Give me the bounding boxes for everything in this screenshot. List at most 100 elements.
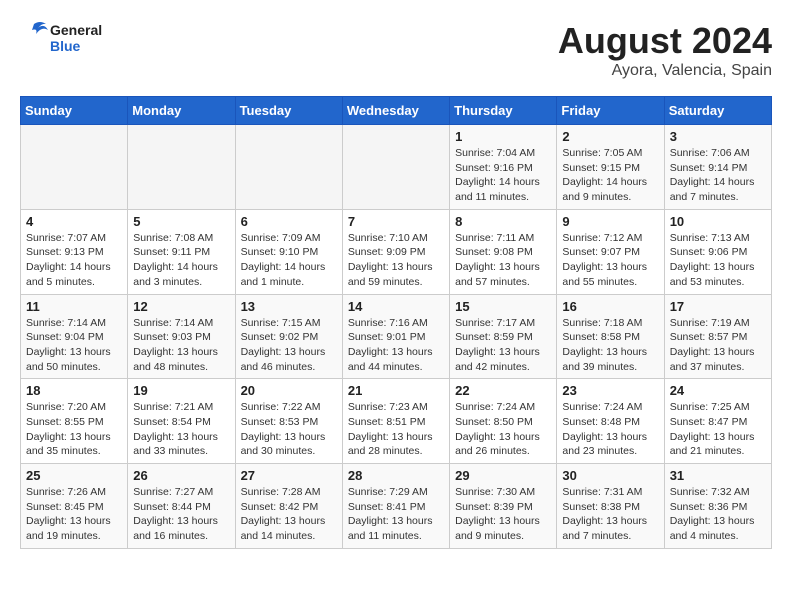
day-number: 24 (670, 383, 766, 398)
weekday-header: Friday (557, 97, 664, 125)
calendar-cell: 22 Sunrise: 7:24 AMSunset: 8:50 PMDayligh… (450, 379, 557, 464)
calendar-cell: 11 Sunrise: 7:14 AMSunset: 9:04 PMDayligh… (21, 294, 128, 379)
day-number: 27 (241, 468, 337, 483)
calendar-cell (21, 125, 128, 210)
calendar-cell: 27 Sunrise: 7:28 AMSunset: 8:42 PMDayligh… (235, 464, 342, 549)
calendar-cell: 18 Sunrise: 7:20 AMSunset: 8:55 PMDayligh… (21, 379, 128, 464)
calendar-cell: 13 Sunrise: 7:15 AMSunset: 9:02 PMDayligh… (235, 294, 342, 379)
day-number: 3 (670, 129, 766, 144)
day-info: Sunrise: 7:05 AMSunset: 9:15 PMDaylight:… (562, 146, 658, 205)
calendar-cell: 23 Sunrise: 7:24 AMSunset: 8:48 PMDayligh… (557, 379, 664, 464)
day-info: Sunrise: 7:11 AMSunset: 9:08 PMDaylight:… (455, 231, 551, 290)
calendar-cell: 7 Sunrise: 7:10 AMSunset: 9:09 PMDaylight… (342, 209, 449, 294)
page-header: General Blue August 2024 Ayora, Valencia… (20, 20, 772, 80)
weekday-header: Thursday (450, 97, 557, 125)
weekday-header: Wednesday (342, 97, 449, 125)
day-info: Sunrise: 7:26 AMSunset: 8:45 PMDaylight:… (26, 485, 122, 544)
day-info: Sunrise: 7:24 AMSunset: 8:50 PMDaylight:… (455, 400, 551, 459)
calendar-cell: 19 Sunrise: 7:21 AMSunset: 8:54 PMDayligh… (128, 379, 235, 464)
calendar-cell: 16Sunrise: 7:18 AMSunset: 8:58 PMDayligh… (557, 294, 664, 379)
calendar-week-row: 4 Sunrise: 7:07 AMSunset: 9:13 PMDaylight… (21, 209, 772, 294)
day-number: 6 (241, 214, 337, 229)
calendar-cell: 29 Sunrise: 7:30 AMSunset: 8:39 PMDayligh… (450, 464, 557, 549)
day-number: 20 (241, 383, 337, 398)
day-info: Sunrise: 7:19 AMSunset: 8:57 PMDaylight:… (670, 316, 766, 375)
calendar-cell: 9Sunrise: 7:12 AMSunset: 9:07 PMDaylight… (557, 209, 664, 294)
day-number: 18 (26, 383, 122, 398)
weekday-header: Saturday (664, 97, 771, 125)
day-number: 7 (348, 214, 444, 229)
calendar-cell: 12Sunrise: 7:14 AMSunset: 9:03 PMDayligh… (128, 294, 235, 379)
weekday-header: Monday (128, 97, 235, 125)
day-info: Sunrise: 7:07 AMSunset: 9:13 PMDaylight:… (26, 231, 122, 290)
day-info: Sunrise: 7:17 AMSunset: 8:59 PMDaylight:… (455, 316, 551, 375)
weekday-row: SundayMondayTuesdayWednesdayThursdayFrid… (21, 97, 772, 125)
day-info: Sunrise: 7:14 AMSunset: 9:04 PMDaylight:… (26, 316, 122, 375)
day-number: 31 (670, 468, 766, 483)
day-info: Sunrise: 7:10 AMSunset: 9:09 PMDaylight:… (348, 231, 444, 290)
day-number: 2 (562, 129, 658, 144)
day-number: 22 (455, 383, 551, 398)
day-info: Sunrise: 7:28 AMSunset: 8:42 PMDaylight:… (241, 485, 337, 544)
day-number: 14 (348, 299, 444, 314)
day-number: 8 (455, 214, 551, 229)
calendar-cell: 2 Sunrise: 7:05 AMSunset: 9:15 PMDaylight… (557, 125, 664, 210)
day-info: Sunrise: 7:16 AMSunset: 9:01 PMDaylight:… (348, 316, 444, 375)
calendar-cell: 1Sunrise: 7:04 AMSunset: 9:16 PMDaylight… (450, 125, 557, 210)
calendar-cell: 25 Sunrise: 7:26 AMSunset: 8:45 PMDayligh… (21, 464, 128, 549)
calendar-body: 1Sunrise: 7:04 AMSunset: 9:16 PMDaylight… (21, 125, 772, 549)
calendar-cell: 8 Sunrise: 7:11 AMSunset: 9:08 PMDaylight… (450, 209, 557, 294)
calendar-cell: 28Sunrise: 7:29 AMSunset: 8:41 PMDayligh… (342, 464, 449, 549)
day-info: Sunrise: 7:23 AMSunset: 8:51 PMDaylight:… (348, 400, 444, 459)
day-info: Sunrise: 7:04 AMSunset: 9:16 PMDaylight:… (455, 146, 551, 205)
day-number: 19 (133, 383, 229, 398)
calendar-cell: 15 Sunrise: 7:17 AMSunset: 8:59 PMDayligh… (450, 294, 557, 379)
day-info: Sunrise: 7:08 AMSunset: 9:11 PMDaylight:… (133, 231, 229, 290)
calendar-week-row: 25 Sunrise: 7:26 AMSunset: 8:45 PMDayligh… (21, 464, 772, 549)
day-info: Sunrise: 7:13 AMSunset: 9:06 PMDaylight:… (670, 231, 766, 290)
day-number: 9 (562, 214, 658, 229)
day-number: 4 (26, 214, 122, 229)
day-number: 29 (455, 468, 551, 483)
day-info: Sunrise: 7:21 AMSunset: 8:54 PMDaylight:… (133, 400, 229, 459)
calendar-cell: 4 Sunrise: 7:07 AMSunset: 9:13 PMDaylight… (21, 209, 128, 294)
day-info: Sunrise: 7:29 AMSunset: 8:41 PMDaylight:… (348, 485, 444, 544)
day-info: Sunrise: 7:06 AMSunset: 9:14 PMDaylight:… (670, 146, 766, 205)
logo: General Blue (20, 20, 102, 56)
day-info: Sunrise: 7:15 AMSunset: 9:02 PMDaylight:… (241, 316, 337, 375)
day-number: 25 (26, 468, 122, 483)
calendar-cell: 3 Sunrise: 7:06 AMSunset: 9:14 PMDaylight… (664, 125, 771, 210)
day-number: 21 (348, 383, 444, 398)
day-number: 23 (562, 383, 658, 398)
calendar-week-row: 18 Sunrise: 7:20 AMSunset: 8:55 PMDayligh… (21, 379, 772, 464)
calendar-cell: 21 Sunrise: 7:23 AMSunset: 8:51 PMDayligh… (342, 379, 449, 464)
day-info: Sunrise: 7:30 AMSunset: 8:39 PMDaylight:… (455, 485, 551, 544)
logo-bird-icon (20, 20, 48, 56)
day-info: Sunrise: 7:24 AMSunset: 8:48 PMDaylight:… (562, 400, 658, 459)
calendar-cell: 6 Sunrise: 7:09 AMSunset: 9:10 PMDaylight… (235, 209, 342, 294)
calendar-cell: 30Sunrise: 7:31 AMSunset: 8:38 PMDayligh… (557, 464, 664, 549)
calendar-cell: 26Sunrise: 7:27 AMSunset: 8:44 PMDayligh… (128, 464, 235, 549)
logo-container: General Blue (20, 20, 102, 56)
calendar-cell: 24Sunrise: 7:25 AMSunset: 8:47 PMDayligh… (664, 379, 771, 464)
day-number: 15 (455, 299, 551, 314)
calendar-week-row: 11 Sunrise: 7:14 AMSunset: 9:04 PMDayligh… (21, 294, 772, 379)
calendar-cell (342, 125, 449, 210)
day-info: Sunrise: 7:09 AMSunset: 9:10 PMDaylight:… (241, 231, 337, 290)
day-number: 12 (133, 299, 229, 314)
calendar-cell: 17Sunrise: 7:19 AMSunset: 8:57 PMDayligh… (664, 294, 771, 379)
page-subtitle: Ayora, Valencia, Spain (558, 62, 772, 80)
calendar-cell: 10 Sunrise: 7:13 AMSunset: 9:06 PMDayligh… (664, 209, 771, 294)
day-number: 13 (241, 299, 337, 314)
day-info: Sunrise: 7:20 AMSunset: 8:55 PMDaylight:… (26, 400, 122, 459)
day-info: Sunrise: 7:18 AMSunset: 8:58 PMDaylight:… (562, 316, 658, 375)
title-section: August 2024 Ayora, Valencia, Spain (558, 20, 772, 80)
day-number: 30 (562, 468, 658, 483)
calendar-cell (128, 125, 235, 210)
calendar-header: SundayMondayTuesdayWednesdayThursdayFrid… (21, 97, 772, 125)
day-number: 10 (670, 214, 766, 229)
calendar-cell (235, 125, 342, 210)
day-number: 11 (26, 299, 122, 314)
weekday-header: Sunday (21, 97, 128, 125)
weekday-header: Tuesday (235, 97, 342, 125)
